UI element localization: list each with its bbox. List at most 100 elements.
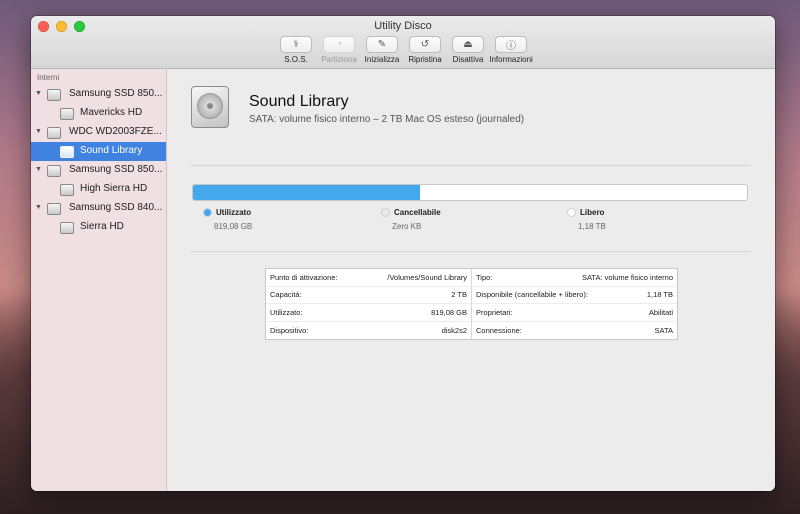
- toolbar-button-inizializza[interactable]: ✎ Inizializza: [361, 36, 403, 64]
- toolbar-button-label: Disattiva: [452, 55, 484, 64]
- toolbar-button-label: Partiziona: [321, 55, 357, 64]
- sidebar-item-label: Samsung SSD 850...: [69, 88, 163, 99]
- sidebar-disk-item[interactable]: ▼ Samsung SSD 840...: [31, 199, 166, 218]
- info-row: Capacità: 2 TB: [266, 287, 471, 304]
- info-label: Utilizzato:: [270, 307, 303, 317]
- info-column-right: Tipo: SATA: volume fisico interno Disponib…: [472, 269, 677, 339]
- sidebar-section-header: Interni: [37, 73, 60, 82]
- toolbar: ⚕ S.O.S. ◔ Partiziona ✎ Inizializza ↺ Ripristin…: [275, 36, 533, 64]
- disk-icon: [47, 127, 61, 139]
- toolbar-button-partiziona[interactable]: ◔ Partiziona: [318, 36, 360, 64]
- info-row: Disponibile (cancellabile + libero): 1,18…: [472, 287, 677, 304]
- info-row: Utilizzato: 819,08 GB: [266, 304, 471, 322]
- toolbar-button-informazioni[interactable]: ⓘ Informazioni: [489, 36, 533, 64]
- legend-value: 1,18 TB: [578, 222, 606, 231]
- toolbar-button-label: Informazioni: [489, 55, 533, 64]
- legend-swatch-icon: [203, 208, 212, 217]
- stethoscope-icon: ⚕: [280, 36, 312, 53]
- legend-value: Zero KB: [392, 222, 422, 231]
- toolbar-button-label: Inizializza: [364, 55, 400, 64]
- volume-icon: [60, 222, 74, 234]
- disclosure-triangle-icon[interactable]: ▼: [35, 166, 42, 173]
- info-label: Disponibile (cancellabile + libero):: [476, 290, 588, 300]
- info-column-left: Punto di attivazione: /Volumes/Sound Libr…: [266, 269, 472, 339]
- legend-item-utilizzato: Utilizzato 819,08 GB: [203, 208, 252, 231]
- sidebar-item-label: High Sierra HD: [80, 183, 148, 194]
- sidebar-item-label: Sierra HD: [80, 221, 124, 232]
- info-table: Punto di attivazione: /Volumes/Sound Libr…: [265, 268, 678, 340]
- info-label: Punto di attivazione:: [270, 272, 338, 282]
- info-value: SATA: [654, 325, 673, 335]
- toolbar-button-ripristina[interactable]: ↺ Ripristina: [404, 36, 446, 64]
- sidebar-item-label: Mavericks HD: [80, 107, 143, 118]
- sidebar-volume-item[interactable]: Mavericks HD: [31, 104, 166, 123]
- info-label: Proprietari:: [476, 307, 513, 317]
- info-value: disk2s2: [441, 325, 467, 335]
- info-row: Proprietari: Abilitati: [472, 304, 677, 322]
- volume-icon: [60, 184, 74, 196]
- info-row: Punto di attivazione: /Volumes/Sound Libr…: [266, 269, 471, 287]
- info-value: 2 TB: [451, 290, 467, 300]
- erase-icon: ✎: [366, 36, 398, 53]
- legend-label: Libero: [580, 208, 605, 217]
- info-icon: ⓘ: [495, 36, 527, 53]
- sidebar-disk-item[interactable]: ▼ Samsung SSD 850...: [31, 161, 166, 180]
- title-bar: Utility Disco ⚕ S.O.S. ◔ Partiziona ✎ Inizial…: [31, 16, 775, 69]
- toolbar-button-label: Ripristina: [408, 55, 442, 64]
- usage-bar-used-fill: [193, 185, 421, 200]
- disk-icon: [47, 89, 61, 101]
- legend-item-cancellabile: Cancellabile Zero KB: [381, 208, 441, 231]
- volume-description: SATA: volume fisico interno – 2 TB Mac O…: [249, 114, 525, 125]
- volume-name: Sound Library: [249, 93, 349, 110]
- app-window: Utility Disco ⚕ S.O.S. ◔ Partiziona ✎ Inizial…: [31, 16, 775, 491]
- window-title: Utility Disco: [374, 20, 432, 32]
- divider: [191, 165, 751, 166]
- volume-icon: [60, 146, 74, 158]
- disclosure-triangle-icon[interactable]: ▼: [35, 128, 42, 135]
- legend-label: Cancellabile: [394, 208, 441, 217]
- divider: [191, 251, 751, 252]
- toolbar-button-label: S.O.S.: [284, 55, 308, 64]
- info-value: 819,08 GB: [431, 307, 467, 317]
- detail-pane: Sound Library SATA: volume fisico intern…: [167, 69, 775, 491]
- sidebar-disk-item[interactable]: ▼ Samsung SSD 850...: [31, 85, 166, 104]
- toolbar-button-sos[interactable]: ⚕ S.O.S.: [275, 36, 317, 64]
- info-row: Dispositivo: disk2s2: [266, 322, 471, 340]
- legend-value: 819,08 GB: [214, 222, 253, 231]
- sidebar-item-label: WDC WD2003FZE...: [69, 126, 162, 137]
- legend-label: Utilizzato: [216, 208, 252, 217]
- info-value: /Volumes/Sound Library: [387, 272, 467, 282]
- volume-drive-icon: [191, 86, 229, 128]
- info-label: Tipo:: [476, 272, 493, 282]
- sidebar-disk-item[interactable]: ▼ WDC WD2003FZE...: [31, 123, 166, 142]
- disclosure-triangle-icon[interactable]: ▼: [35, 90, 42, 97]
- legend-swatch-icon: [567, 208, 576, 217]
- sidebar-volume-item[interactable]: Sierra HD: [31, 218, 166, 237]
- usage-bar: [192, 184, 748, 201]
- info-label: Connessione:: [476, 325, 522, 335]
- sidebar-list: ▼ Samsung SSD 850... Mavericks HD ▼ WDC WD20…: [31, 85, 166, 237]
- pie-icon: ◔: [323, 36, 355, 53]
- disk-icon: [47, 203, 61, 215]
- info-label: Dispositivo:: [270, 325, 309, 335]
- sidebar: Interni ▼ Samsung SSD 850... Mavericks HD ▼…: [31, 69, 167, 491]
- unmount-icon: ⏏: [452, 36, 484, 53]
- sidebar-volume-item[interactable]: Sound Library: [31, 142, 166, 161]
- disclosure-triangle-icon[interactable]: ▼: [35, 204, 42, 211]
- sidebar-item-label: Samsung SSD 840...: [69, 202, 163, 213]
- disk-icon: [47, 165, 61, 177]
- volume-icon: [60, 108, 74, 120]
- toolbar-button-disattiva[interactable]: ⏏ Disattiva: [447, 36, 489, 64]
- restore-icon: ↺: [409, 36, 441, 53]
- sidebar-item-label: Samsung SSD 850...: [69, 164, 163, 175]
- info-label: Capacità:: [270, 290, 302, 300]
- sidebar-volume-item[interactable]: High Sierra HD: [31, 180, 166, 199]
- sidebar-item-label: Sound Library: [80, 145, 143, 156]
- info-row: Connessione: SATA: [472, 322, 677, 340]
- legend-swatch-icon: [381, 208, 390, 217]
- info-row: Tipo: SATA: volume fisico interno: [472, 269, 677, 287]
- info-value: 1,18 TB: [646, 290, 673, 300]
- info-value: Abilitati: [648, 307, 673, 317]
- info-value: SATA: volume fisico interno: [581, 272, 673, 282]
- legend-item-libero: Libero 1,18 TB: [567, 208, 606, 231]
